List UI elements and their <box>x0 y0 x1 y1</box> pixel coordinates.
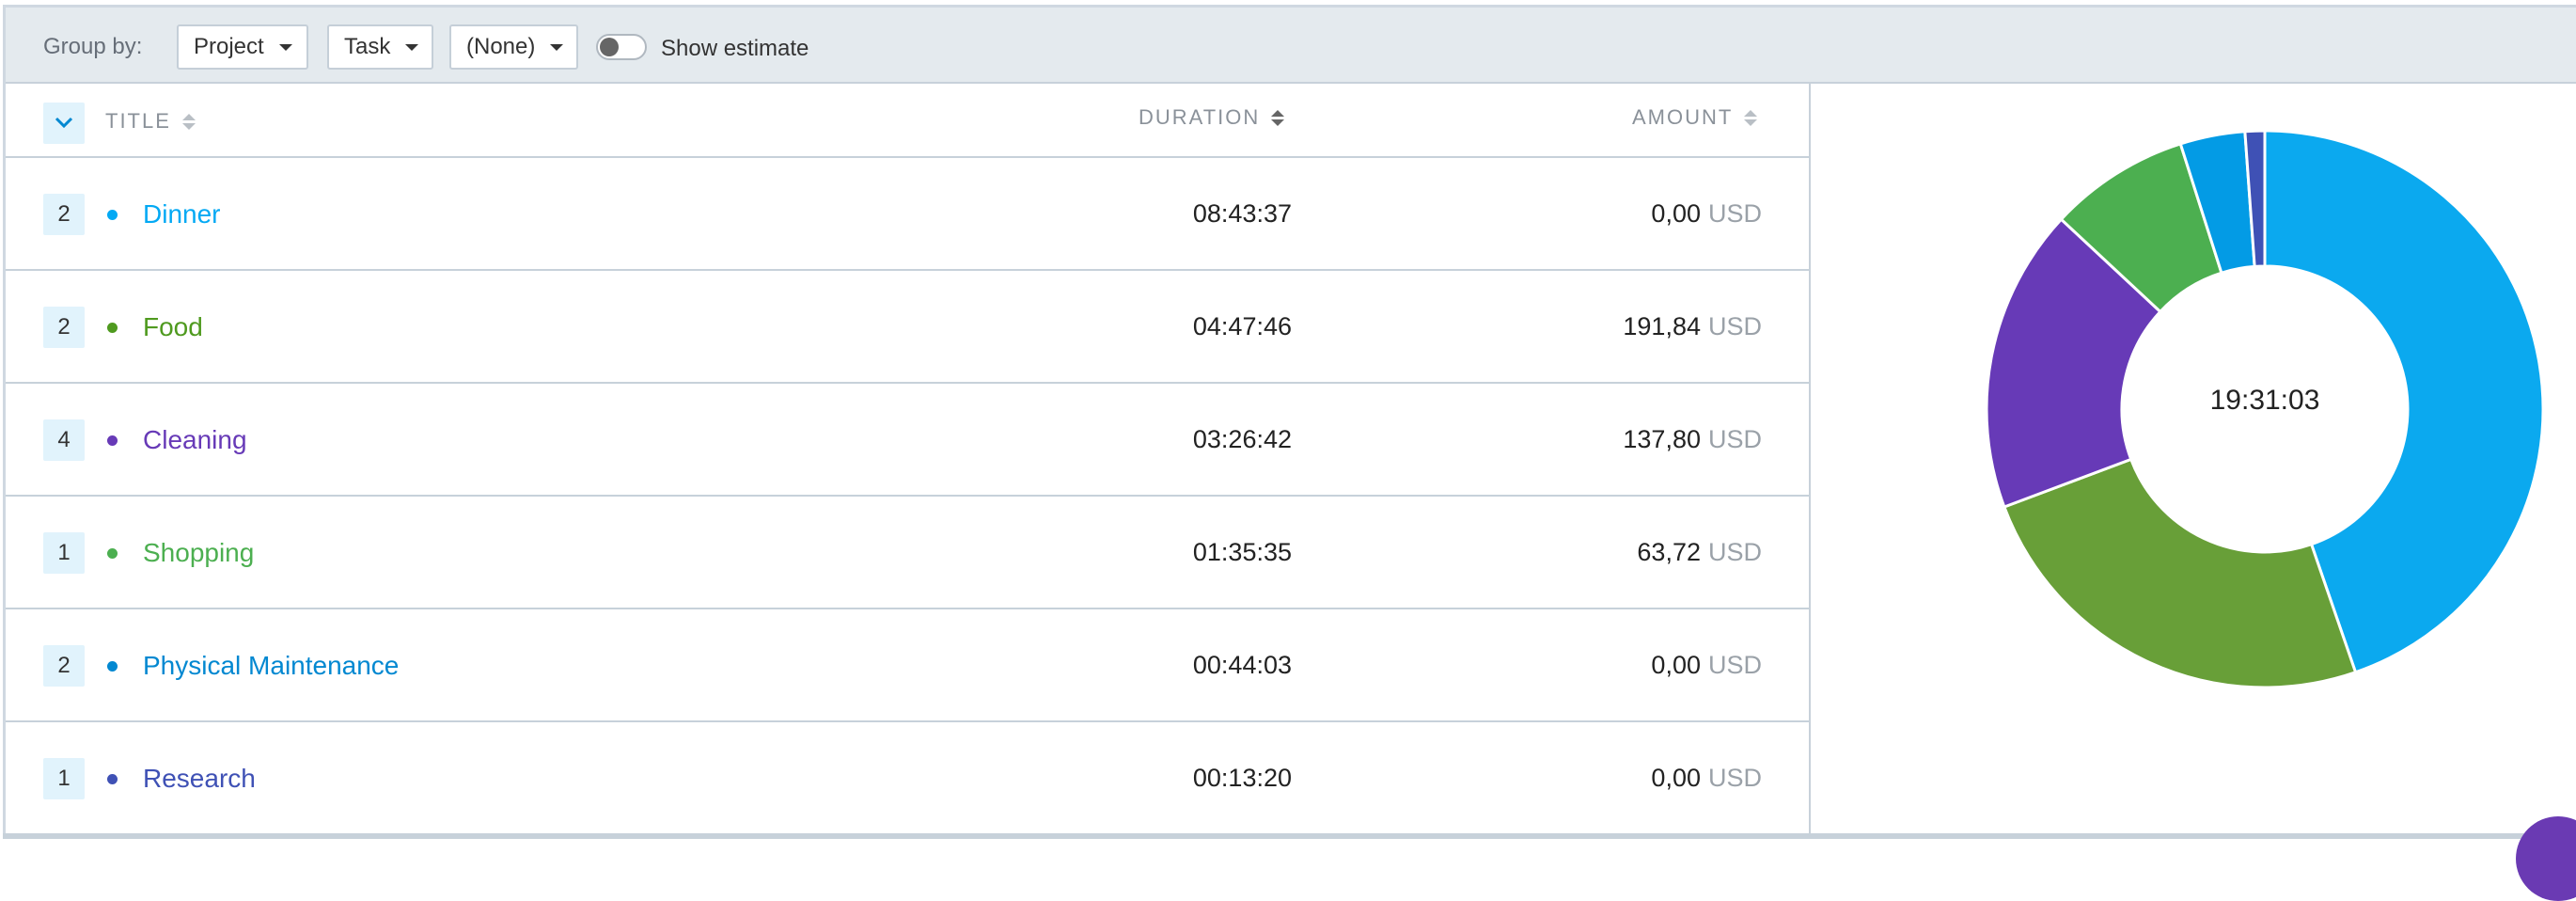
entry-count-badge[interactable]: 2 <box>43 194 85 235</box>
chevron-down-icon <box>550 43 564 51</box>
show-estimate-toggle[interactable] <box>596 34 647 60</box>
group-by-tertiary-value: (None) <box>466 34 536 59</box>
entry-count-badge[interactable]: 2 <box>43 307 85 348</box>
project-color-dot <box>107 661 118 672</box>
amount-currency: USD <box>1707 764 1762 792</box>
duration-value: 00:44:03 <box>1192 651 1292 679</box>
entry-count-badge[interactable]: 2 <box>43 645 85 687</box>
project-name[interactable]: Dinner <box>143 199 220 229</box>
table-row[interactable]: 2 Food 04:47:46 191,84 USD <box>6 271 1809 384</box>
project-color-dot <box>107 323 118 333</box>
amount-number: 0,00 <box>1651 199 1701 228</box>
amount-value: 137,80 USD <box>1623 425 1762 454</box>
group-by-toolbar: Group by: Project Task (None) Show estim… <box>6 8 2576 84</box>
duration-column-header[interactable]: DURATION <box>1139 105 1285 130</box>
report-panel: Group by: Project Task (None) Show estim… <box>3 5 2576 839</box>
donut-chart-panel: 19:31:03 <box>1811 84 2576 839</box>
group-by-label: Group by: <box>43 34 143 59</box>
show-estimate-label: Show estimate <box>661 36 809 61</box>
table-row[interactable]: 2 Dinner 08:43:37 0,00 USD <box>6 158 1809 271</box>
amount-value: 63,72 USD <box>1637 538 1762 567</box>
entry-count-badge[interactable]: 4 <box>43 419 85 461</box>
donut-slice-food[interactable] <box>2002 457 2358 689</box>
group-by-tertiary-dropdown[interactable]: (None) <box>449 24 578 70</box>
amount-number: 63,72 <box>1637 538 1701 566</box>
amount-value: 0,00 USD <box>1651 651 1762 680</box>
amount-currency: USD <box>1707 199 1762 228</box>
amount-value: 191,84 USD <box>1623 312 1762 341</box>
project-name[interactable]: Shopping <box>143 538 254 568</box>
amount-header-label: AMOUNT <box>1632 105 1734 129</box>
duration-value: 00:13:20 <box>1192 764 1292 792</box>
project-color-dot <box>107 435 118 446</box>
duration-value: 04:47:46 <box>1192 312 1292 340</box>
amount-currency: USD <box>1707 425 1762 453</box>
group-by-secondary-value: Task <box>344 34 391 59</box>
chevron-down-icon <box>405 43 419 51</box>
amount-currency: USD <box>1707 538 1762 566</box>
title-column-header[interactable]: TITLE <box>105 109 196 134</box>
group-by-primary-value: Project <box>194 34 264 59</box>
project-name[interactable]: Cleaning <box>143 425 247 455</box>
table-row[interactable]: 4 Cleaning 03:26:42 137,80 USD <box>6 384 1809 497</box>
duration-value: 01:35:35 <box>1192 538 1292 566</box>
amount-number: 0,00 <box>1651 764 1701 792</box>
entry-count-badge[interactable]: 1 <box>43 758 85 799</box>
title-header-label: TITLE <box>105 109 171 133</box>
amount-currency: USD <box>1707 312 1762 340</box>
amount-number: 0,00 <box>1651 651 1701 679</box>
amount-value: 0,00 USD <box>1651 199 1762 229</box>
group-by-secondary-dropdown[interactable]: Task <box>327 24 433 70</box>
project-color-dot <box>107 210 118 220</box>
chevron-down-icon <box>278 43 292 51</box>
bottom-divider <box>3 833 2576 839</box>
project-color-dot <box>107 774 118 784</box>
sort-icon <box>1271 109 1285 126</box>
amount-currency: USD <box>1707 651 1762 679</box>
project-name[interactable]: Research <box>143 764 256 794</box>
toggle-knob <box>600 38 619 56</box>
chevron-down-icon <box>55 117 73 129</box>
sort-icon <box>1744 109 1758 126</box>
amount-value: 0,00 USD <box>1651 764 1762 793</box>
collapse-all-button[interactable] <box>43 103 85 144</box>
table-header: TITLE DURATION AMOUNT <box>6 84 1809 158</box>
entry-count-badge[interactable]: 1 <box>43 532 85 574</box>
group-by-primary-dropdown[interactable]: Project <box>177 24 308 70</box>
table-row[interactable]: 2 Physical Maintenance 00:44:03 0,00 USD <box>6 609 1809 722</box>
amount-number: 191,84 <box>1623 312 1701 340</box>
amount-column-header[interactable]: AMOUNT <box>1632 105 1758 130</box>
project-name[interactable]: Food <box>143 312 203 342</box>
duration-value: 08:43:37 <box>1192 199 1292 228</box>
summary-table: TITLE DURATION AMOUNT 2 Dinner 08:43:37 … <box>6 84 1811 839</box>
donut-total-label: 19:31:03 <box>2210 385 2320 416</box>
duration-value: 03:26:42 <box>1192 425 1292 453</box>
sort-icon <box>181 113 196 130</box>
duration-header-label: DURATION <box>1139 105 1261 129</box>
amount-number: 137,80 <box>1623 425 1701 453</box>
project-color-dot <box>107 548 118 559</box>
project-name[interactable]: Physical Maintenance <box>143 651 399 681</box>
table-row[interactable]: 1 Shopping 01:35:35 63,72 USD <box>6 497 1809 609</box>
donut-chart: 19:31:03 <box>1985 129 2545 689</box>
table-row[interactable]: 1 Research 00:13:20 0,00 USD <box>6 722 1809 835</box>
